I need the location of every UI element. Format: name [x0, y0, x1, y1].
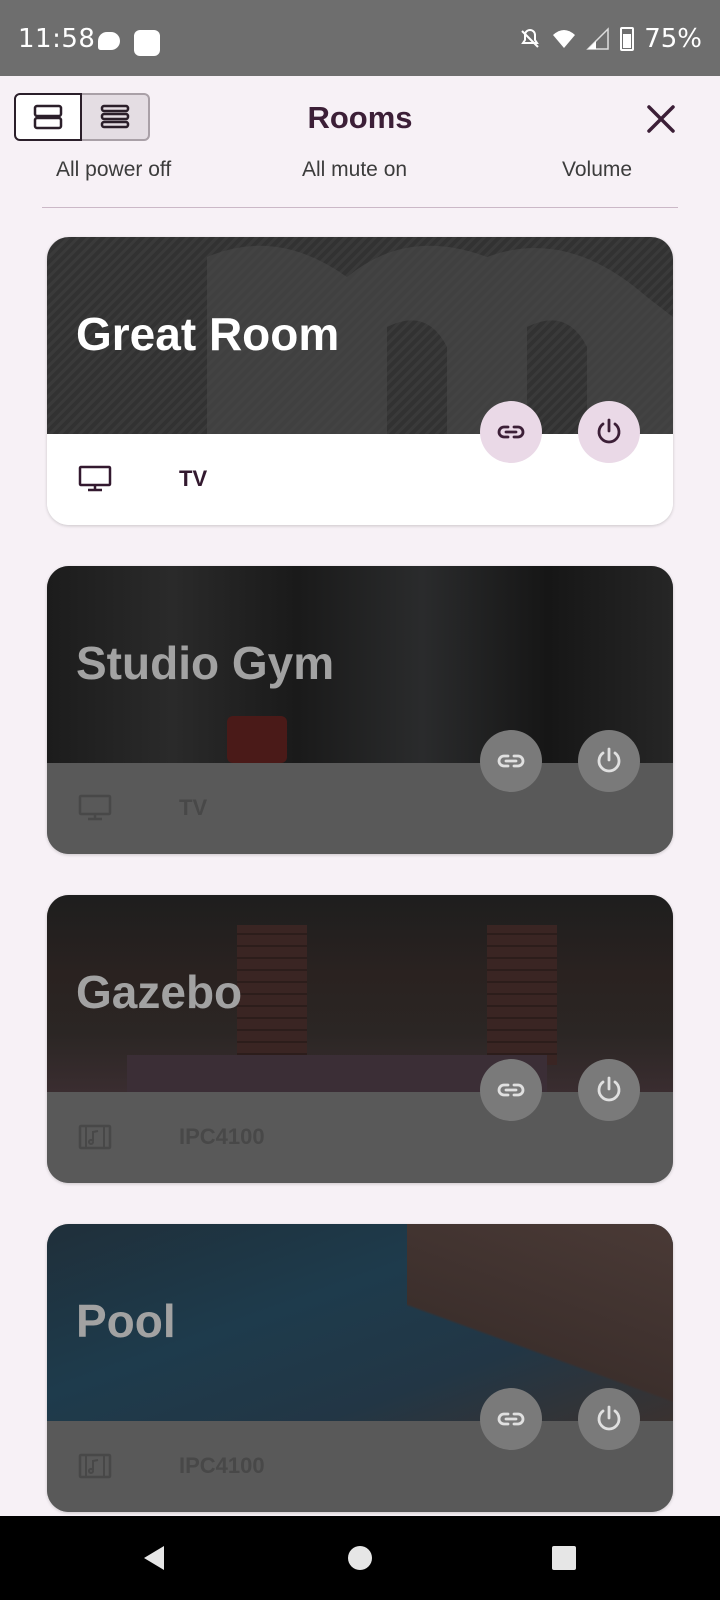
wifi-icon: [553, 30, 576, 48]
all-power-off-button[interactable]: All power off: [56, 160, 171, 180]
battery-level: 75%: [644, 24, 702, 54]
volume-button[interactable]: Volume: [562, 160, 632, 180]
link-icon: [497, 1083, 525, 1097]
film-music-icon: [78, 1124, 112, 1150]
room-source-bar: TV: [47, 763, 673, 854]
power-button[interactable]: [578, 401, 640, 463]
monitor-icon: [78, 465, 112, 492]
room-name: Gazebo: [76, 966, 243, 1018]
room-source-bar: IPC4100: [47, 1421, 673, 1512]
link-icon: [497, 425, 525, 439]
link-icon: [497, 754, 525, 768]
link-button[interactable]: [480, 401, 542, 463]
power-icon: [597, 418, 621, 444]
app-notification-icon: [134, 30, 160, 56]
room-source-label: TV: [179, 795, 208, 820]
film-music-icon: [78, 1453, 112, 1479]
room-name: Studio Gym: [76, 637, 335, 689]
recents-icon[interactable]: [548, 1542, 580, 1574]
room-source-bar: IPC4100: [47, 1092, 673, 1183]
chat-bubble-icon: [98, 32, 120, 50]
room-name: Pool: [76, 1295, 176, 1347]
cell-signal-icon: [586, 27, 609, 50]
all-mute-on-button[interactable]: All mute on: [302, 160, 407, 180]
app-header: Rooms: [0, 76, 720, 162]
mute-icon: [521, 28, 540, 48]
battery-icon: [620, 27, 635, 51]
room-source-label: TV: [179, 466, 208, 491]
system-nav-bar: [0, 1516, 720, 1600]
power-button[interactable]: [578, 730, 640, 792]
room-card-studio-gym[interactable]: Studio Gym TV: [47, 566, 673, 854]
power-icon: [597, 1076, 621, 1102]
close-icon[interactable]: [644, 102, 678, 136]
power-button[interactable]: [578, 1059, 640, 1121]
room-card-great-room[interactable]: Great Room TV: [47, 237, 673, 525]
room-source-label: IPC4100: [179, 1124, 265, 1149]
link-icon: [497, 1412, 525, 1426]
page-title: Rooms: [307, 100, 413, 135]
divider: [42, 207, 678, 208]
monitor-icon: [78, 794, 112, 821]
power-icon: [597, 747, 621, 773]
power-icon: [597, 1405, 621, 1431]
link-button[interactable]: [480, 730, 542, 792]
room-card-gazebo[interactable]: Gazebo IPC4100: [47, 895, 673, 1183]
room-source-bar: TV: [47, 434, 673, 525]
room-card-pool[interactable]: Pool IPC4100: [47, 1224, 673, 1512]
link-button[interactable]: [480, 1388, 542, 1450]
status-bar: 11:58 75%: [0, 0, 720, 76]
back-icon[interactable]: [138, 1542, 170, 1574]
home-icon[interactable]: [344, 1542, 376, 1574]
group-actions-row: All power off All mute on Volume: [0, 160, 720, 184]
status-time: 11:58: [18, 24, 96, 54]
link-button[interactable]: [480, 1059, 542, 1121]
power-button[interactable]: [578, 1388, 640, 1450]
room-source-label: IPC4100: [179, 1453, 265, 1478]
room-name: Great Room: [76, 308, 340, 360]
